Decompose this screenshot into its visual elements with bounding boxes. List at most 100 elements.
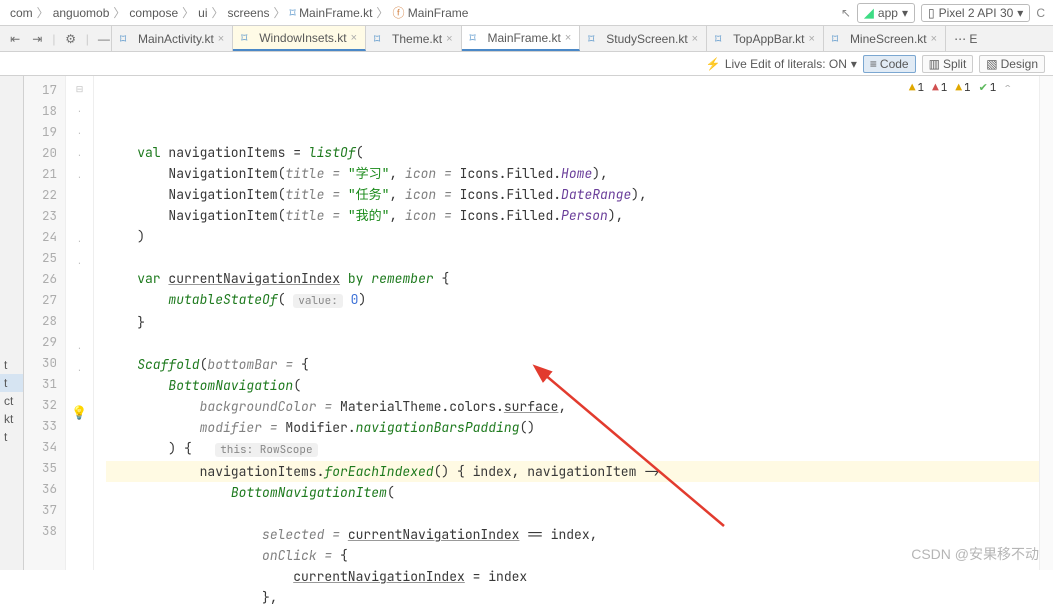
- code-line[interactable]: BottomNavigationItem(: [106, 482, 1039, 503]
- kotlin-file-icon: ⌑: [715, 32, 729, 46]
- editor-tab[interactable]: ⌑ TopAppBar.kt ×: [707, 26, 824, 51]
- code-line[interactable]: }: [106, 312, 1039, 333]
- watermark: CSDN @安果移不动: [911, 544, 1039, 564]
- editor-tabs: ⇤ ⇥ | ⚙ | — ⌑ MainActivity.kt × ⌑ WindowInse…: [0, 26, 1053, 52]
- close-icon[interactable]: ×: [809, 33, 815, 45]
- indent-left-icon[interactable]: ⇤: [8, 31, 22, 47]
- indent-right-icon[interactable]: ⇥: [30, 31, 44, 47]
- minimap-scrollbar[interactable]: [1039, 76, 1053, 570]
- view-design-button[interactable]: ▧Design: [979, 55, 1045, 73]
- breadcrumb-item[interactable]: screens: [226, 6, 272, 20]
- tree-item: t: [0, 356, 23, 374]
- line-numbers: 1718192021222324252627282930313233343536…: [24, 76, 66, 570]
- code-line[interactable]: selected = currentNavigationIndex == ind…: [106, 524, 1039, 545]
- code-line[interactable]: },: [106, 587, 1039, 608]
- code-line[interactable]: Scaffold(bottomBar = {: [106, 354, 1039, 375]
- tree-item: ct: [0, 392, 23, 410]
- close-icon[interactable]: ×: [692, 33, 698, 45]
- device-label: Pixel 2 API 30: [939, 6, 1014, 20]
- view-split-button[interactable]: ▥Split: [922, 55, 974, 73]
- inspections-summary[interactable]: ▲1 ▲1 ▲1 ✔1 ⌃: [909, 78, 1011, 99]
- code-line[interactable]: val navigationItems = listOf(: [106, 142, 1039, 163]
- editor[interactable]: 1718192021222324252627282930313233343536…: [24, 76, 1053, 570]
- expand-icon[interactable]: ⌃: [1004, 78, 1011, 99]
- breadcrumb-item[interactable]: com: [8, 6, 35, 20]
- gear-icon[interactable]: ⚙: [64, 31, 78, 47]
- close-icon[interactable]: ×: [565, 32, 571, 44]
- code-line[interactable]: var currentNavigationIndex by remember {: [106, 268, 1039, 289]
- tab-overflow[interactable]: ⋯ E: [946, 26, 985, 51]
- tree-item: kt: [0, 410, 23, 428]
- tab-label: MineScreen.kt: [850, 32, 927, 46]
- tab-label: MainFrame.kt: [488, 31, 561, 45]
- android-icon: ◢: [864, 5, 874, 21]
- editor-tab[interactable]: ⌑ Theme.kt ×: [366, 26, 461, 51]
- breadcrumb-file[interactable]: ⌑ MainFrame.kt: [288, 6, 375, 20]
- code-line[interactable]: NavigationItem(title = "任务", icon = Icon…: [106, 184, 1039, 205]
- code-line[interactable]: [106, 247, 1039, 268]
- phone-icon: ▯: [928, 6, 935, 20]
- editor-tab[interactable]: ⌑WindowInsets.kt×: [233, 26, 366, 51]
- breadcrumb-symbol[interactable]: ⓕ MainFrame: [390, 4, 470, 21]
- chevron-down-icon: ▾: [1017, 6, 1023, 20]
- editor-tab[interactable]: ⌑ MainActivity.kt ×: [112, 26, 233, 51]
- kotlin-file-icon: ⌑: [470, 31, 484, 45]
- tree-item: t: [0, 428, 23, 446]
- code-line[interactable]: navigationItems.forEachIndexed() { index…: [106, 461, 1039, 482]
- warning-icon: ▲: [955, 78, 962, 99]
- error-icon: ▲: [932, 78, 939, 99]
- close-icon[interactable]: ×: [218, 33, 224, 45]
- close-icon[interactable]: ×: [931, 33, 937, 45]
- toolbar-right: ↖ ◢ app ▾ ▯ Pixel 2 API 30 ▾ C: [841, 3, 1045, 23]
- code-line[interactable]: BottomNavigation(: [106, 375, 1039, 396]
- breadcrumb-item[interactable]: ui: [196, 6, 209, 20]
- top-bar: com〉 anguomob〉 compose〉 ui〉 screens〉 ⌑ M…: [0, 0, 1053, 26]
- left-toolbar: ⇤ ⇥ | ⚙ | —: [0, 26, 112, 51]
- code-line[interactable]: NavigationItem(title = "我的", icon = Icon…: [106, 205, 1039, 226]
- code-line[interactable]: [106, 503, 1039, 524]
- code-line[interactable]: backgroundColor = MaterialTheme.colors.s…: [106, 396, 1039, 417]
- close-icon[interactable]: ×: [446, 33, 452, 45]
- code-line[interactable]: [106, 333, 1039, 354]
- device-selector[interactable]: ▯ Pixel 2 API 30 ▾: [921, 4, 1030, 22]
- editor-tab[interactable]: ⌑ MineScreen.kt ×: [824, 26, 946, 51]
- tab-label: StudyScreen.kt: [606, 32, 687, 46]
- tab-label: MainActivity.kt: [138, 32, 214, 46]
- project-tree[interactable]: t t ct kt t: [0, 76, 24, 570]
- ok-icon: ✔: [979, 78, 988, 99]
- collapse-icon[interactable]: —: [97, 31, 111, 47]
- more-icon[interactable]: C: [1036, 6, 1045, 20]
- code-line[interactable]: NavigationItem(title = "学习", icon = Icon…: [106, 163, 1039, 184]
- code-line[interactable]: modifier = Modifier.navigationBarsPaddin…: [106, 417, 1039, 438]
- close-icon[interactable]: ×: [351, 32, 357, 44]
- warning-icon: ▲: [909, 78, 916, 99]
- code-line[interactable]: currentNavigationIndex = index: [106, 566, 1039, 587]
- kotlin-file-icon: ⌑: [120, 32, 134, 46]
- breadcrumb-item[interactable]: compose: [127, 6, 180, 20]
- gutter-marks: ⊟···· ·· ·· 💡: [66, 76, 94, 570]
- intention-bulb-icon[interactable]: 💡: [71, 406, 87, 421]
- code-line[interactable]: mutableStateOf( value: 0): [106, 289, 1039, 312]
- code-area[interactable]: ▲1 ▲1 ▲1 ✔1 ⌃ val navigationItems = list…: [94, 76, 1039, 570]
- chevron-down-icon: ▾: [902, 6, 908, 20]
- tree-item: t: [0, 374, 23, 392]
- breadcrumb-item[interactable]: anguomob: [51, 6, 112, 20]
- editor-tab[interactable]: ⌑StudyScreen.kt×: [580, 26, 707, 51]
- tab-label: TopAppBar.kt: [733, 32, 804, 46]
- main-area: t t ct kt t 1718192021222324252627282930…: [0, 76, 1053, 570]
- kotlin-file-icon: ⌑: [832, 32, 846, 46]
- code-line[interactable]: ) { this: RowScope: [106, 438, 1039, 461]
- breadcrumb: com〉 anguomob〉 compose〉 ui〉 screens〉 ⌑ M…: [8, 4, 841, 21]
- run-config-selector[interactable]: ◢ app ▾: [857, 3, 915, 23]
- tab-label: Theme.kt: [392, 32, 442, 46]
- code-line[interactable]: onClick = {: [106, 545, 1039, 566]
- editor-tab[interactable]: ⌑ MainFrame.kt ×: [462, 26, 581, 51]
- view-code-button[interactable]: ≡Code: [863, 55, 916, 73]
- live-edit-toggle[interactable]: ⚡ Live Edit of literals: ON ▾: [706, 57, 857, 71]
- run-config-label: app: [878, 6, 898, 20]
- kotlin-file-icon: ⌑: [374, 32, 388, 46]
- tab-label: WindowInsets.kt: [259, 31, 346, 45]
- code-line[interactable]: ): [106, 226, 1039, 247]
- editor-subheader: ⚡ Live Edit of literals: ON ▾ ≡Code ▥Spl…: [0, 52, 1053, 76]
- build-icon[interactable]: ↖: [841, 6, 851, 20]
